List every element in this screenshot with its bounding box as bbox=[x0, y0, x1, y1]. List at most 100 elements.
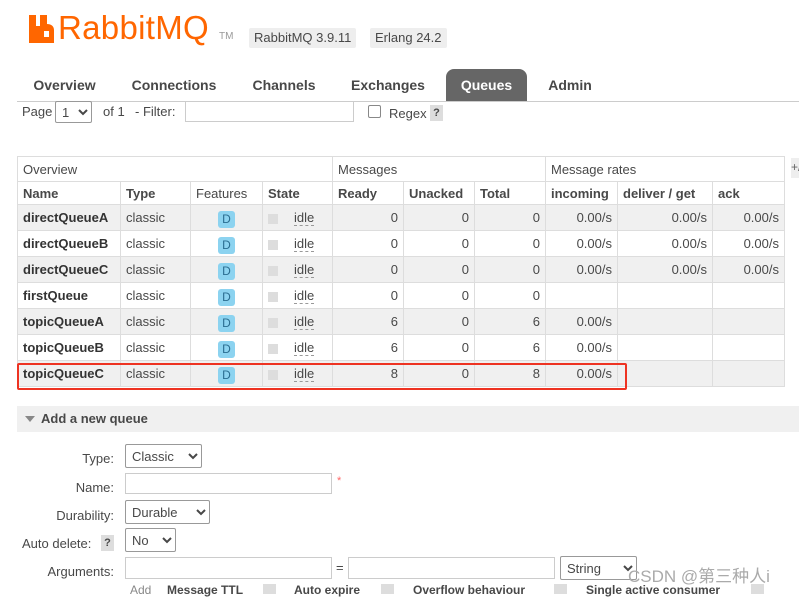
argument-value-input[interactable] bbox=[348, 557, 555, 579]
deliver-get-rate bbox=[617, 282, 713, 309]
type-label: Type: bbox=[82, 451, 114, 466]
deliver-get-rate bbox=[617, 334, 713, 361]
col-total[interactable]: Total bbox=[474, 181, 546, 205]
unacked-count: 0 bbox=[403, 230, 475, 257]
tab-exchanges[interactable]: Exchanges bbox=[340, 69, 436, 101]
auto-expire-help-icon[interactable] bbox=[381, 584, 394, 594]
col-type[interactable]: Type bbox=[120, 181, 191, 205]
regex-checkbox[interactable] bbox=[368, 105, 381, 118]
tab-admin[interactable]: Admin bbox=[537, 69, 603, 101]
incoming-rate: 0.00/s bbox=[545, 256, 618, 283]
queue-name-link[interactable]: topicQueueB bbox=[17, 334, 121, 361]
state-indicator-icon bbox=[268, 343, 278, 354]
col-unacked[interactable]: Unacked bbox=[403, 181, 475, 205]
tab-queues[interactable]: Queues bbox=[446, 69, 527, 101]
total-count: 0 bbox=[474, 282, 546, 309]
ready-count: 6 bbox=[332, 334, 404, 361]
col-deliver-get[interactable]: deliver / get bbox=[617, 181, 713, 205]
queues-table: Overview Messages Message rates Name Typ… bbox=[17, 156, 785, 387]
overflow-behaviour-link[interactable]: Overflow behaviour bbox=[413, 583, 525, 597]
tab-channels[interactable]: Channels bbox=[238, 69, 330, 101]
incoming-rate: 0.00/s bbox=[545, 308, 618, 335]
argument-key-input[interactable] bbox=[125, 557, 332, 579]
deliver-get-rate bbox=[617, 308, 713, 335]
queue-name-link[interactable]: directQueueC bbox=[17, 256, 121, 283]
deliver-get-rate: 0.00/s bbox=[617, 204, 713, 231]
col-ack[interactable]: ack bbox=[712, 181, 785, 205]
durability-select[interactable]: Durable bbox=[125, 500, 210, 524]
argument-type-select[interactable]: String bbox=[560, 556, 637, 580]
message-ttl-link[interactable]: Message TTL bbox=[167, 583, 243, 597]
state-indicator-icon bbox=[268, 265, 278, 276]
state-indicator-icon bbox=[268, 239, 278, 250]
add-queue-section-header[interactable]: Add a new queue bbox=[17, 406, 799, 432]
ack-rate bbox=[712, 334, 785, 361]
collapse-triangle-icon bbox=[25, 416, 35, 422]
total-count: 6 bbox=[474, 308, 546, 335]
tab-bar-divider bbox=[17, 101, 799, 102]
queue-name-link[interactable]: directQueueA bbox=[17, 204, 121, 231]
auto-expire-link[interactable]: Auto expire bbox=[294, 583, 360, 597]
col-name[interactable]: Name bbox=[17, 181, 121, 205]
auto-delete-help-icon[interactable]: ? bbox=[101, 535, 114, 551]
total-count: 0 bbox=[474, 204, 546, 231]
ack-rate bbox=[712, 308, 785, 335]
add-label: Add bbox=[130, 583, 152, 597]
tab-overview[interactable]: Overview bbox=[17, 69, 112, 101]
queue-state: idle bbox=[294, 340, 315, 356]
ack-rate bbox=[712, 360, 785, 387]
rabbitmq-logo-text: RabbitMQ bbox=[58, 9, 209, 46]
state-indicator-icon bbox=[268, 213, 278, 224]
table-row: directQueueB classic D idle 0 0 0 0.00/s… bbox=[17, 230, 785, 257]
message-ttl-help-icon[interactable] bbox=[263, 584, 276, 594]
durability-label: Durability: bbox=[56, 508, 114, 523]
add-queue-title: Add a new queue bbox=[41, 411, 148, 426]
auto-delete-select[interactable]: No bbox=[125, 528, 176, 552]
regex-label: Regex bbox=[389, 106, 427, 121]
durable-feature-badge: D bbox=[218, 237, 235, 254]
queue-type: classic bbox=[120, 256, 191, 283]
queue-type: classic bbox=[120, 334, 191, 361]
auto-delete-label: Auto delete: bbox=[22, 536, 92, 551]
durable-feature-badge: D bbox=[218, 211, 235, 228]
rabbitmq-version-badge: RabbitMQ 3.9.11 bbox=[249, 28, 357, 48]
durable-feature-badge: D bbox=[218, 263, 235, 280]
incoming-rate: 0.00/s bbox=[545, 230, 618, 257]
trademark: TM bbox=[219, 31, 234, 42]
queue-name-link[interactable]: firstQueue bbox=[17, 282, 121, 309]
queue-name-input[interactable] bbox=[125, 473, 332, 494]
table-row: topicQueueB classic D idle 6 0 6 0.00/s bbox=[17, 334, 785, 361]
table-row: topicQueueA classic D idle 6 0 6 0.00/s bbox=[17, 308, 785, 335]
queue-name-link[interactable]: directQueueB bbox=[17, 230, 121, 257]
col-incoming[interactable]: incoming bbox=[545, 181, 618, 205]
queue-type: classic bbox=[120, 204, 191, 231]
column-options-toggle[interactable]: +/- bbox=[791, 158, 799, 178]
group-header-overview: Overview bbox=[17, 156, 333, 182]
rabbitmq-logo-icon bbox=[29, 15, 54, 43]
durable-feature-badge: D bbox=[218, 315, 235, 332]
erlang-version-badge: Erlang 24.2 bbox=[370, 28, 447, 48]
queue-state: idle bbox=[294, 262, 315, 278]
ready-count: 0 bbox=[332, 282, 404, 309]
deliver-get-rate: 0.00/s bbox=[617, 230, 713, 257]
incoming-rate: 0.00/s bbox=[545, 334, 618, 361]
filter-input[interactable] bbox=[185, 101, 354, 122]
col-ready[interactable]: Ready bbox=[332, 181, 404, 205]
regex-help-icon[interactable]: ? bbox=[430, 105, 443, 121]
overflow-behaviour-help-icon[interactable] bbox=[554, 584, 567, 594]
queue-state: idle bbox=[294, 236, 315, 252]
highlight-box bbox=[17, 363, 627, 390]
argument-equals: = bbox=[336, 560, 344, 575]
deliver-get-rate bbox=[617, 360, 713, 387]
page-select[interactable]: 1 bbox=[55, 101, 92, 123]
col-state[interactable]: State bbox=[262, 181, 333, 205]
incoming-rate bbox=[545, 282, 618, 309]
queue-name-link[interactable]: topicQueueA bbox=[17, 308, 121, 335]
total-count: 0 bbox=[474, 256, 546, 283]
tab-connections[interactable]: Connections bbox=[118, 69, 230, 101]
ready-count: 0 bbox=[332, 230, 404, 257]
page-label: Page bbox=[22, 104, 53, 119]
queue-type-select[interactable]: Classic bbox=[125, 444, 202, 468]
queue-type: classic bbox=[120, 230, 191, 257]
ack-rate: 0.00/s bbox=[712, 204, 785, 231]
